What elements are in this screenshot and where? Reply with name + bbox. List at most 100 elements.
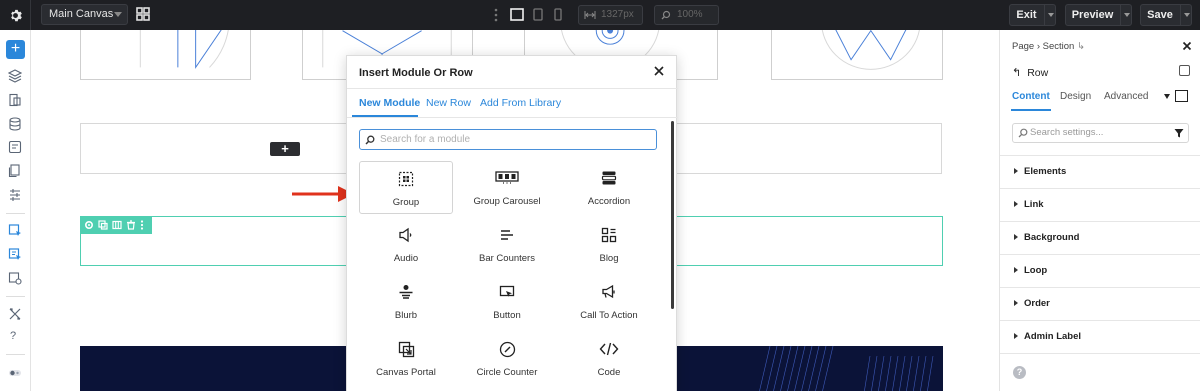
desktop-view-icon[interactable]	[510, 8, 524, 21]
layers-grid-icon[interactable]	[136, 7, 150, 21]
exit-button[interactable]: Exit	[1009, 4, 1056, 26]
exit-dropdown-icon[interactable]	[1044, 5, 1056, 25]
top-toolbar: Main Canvas 1327px 100% Exit Preview Sav…	[0, 0, 1200, 30]
canvas-width-field[interactable]: 1327px	[578, 5, 643, 25]
canvas-select-value: Main Canvas	[49, 8, 114, 20]
section-admin-label[interactable]: Admin Label	[1000, 320, 1200, 353]
preset-square-icon[interactable]	[1175, 90, 1188, 102]
theme-builder-icon[interactable]	[8, 223, 22, 237]
section-elements[interactable]: Elements	[1000, 155, 1200, 188]
preview-button[interactable]: Preview	[1065, 4, 1132, 26]
add-element-button[interactable]: +	[6, 40, 25, 59]
more-options-icon[interactable]	[494, 8, 498, 22]
section-link[interactable]: Link	[1000, 188, 1200, 221]
module-blog[interactable]: Blog	[562, 218, 656, 271]
settings-gear-icon[interactable]	[0, 0, 31, 30]
module-audio[interactable]: Audio	[359, 218, 453, 271]
row-columns-icon[interactable]	[112, 220, 122, 230]
decorative-card-1	[80, 30, 251, 80]
row-duplicate-icon[interactable]	[98, 220, 108, 230]
section-divider	[1000, 353, 1200, 354]
zoom-search-icon	[661, 10, 671, 20]
pages-icon[interactable]	[8, 164, 22, 178]
module-blurb[interactable]: Blurb	[359, 275, 453, 328]
module-button[interactable]: Button	[460, 275, 554, 328]
preview-dropdown-icon[interactable]	[1120, 5, 1132, 25]
section-label: Admin Label	[1024, 331, 1082, 342]
modal-scrollbar[interactable]	[671, 121, 674, 309]
module-circle-counter[interactable]: Circle Counter	[460, 332, 554, 385]
section-order[interactable]: Order	[1000, 287, 1200, 320]
tools-icon[interactable]	[8, 307, 22, 321]
tab-design[interactable]: Design	[1060, 91, 1091, 102]
section-label: Link	[1024, 199, 1044, 210]
settings-search-field[interactable]: Search settings...	[1012, 123, 1189, 143]
panel-layout-icon[interactable]	[1179, 65, 1190, 76]
zoom-field[interactable]: 100%	[654, 5, 719, 25]
section-loop[interactable]: Loop	[1000, 254, 1200, 287]
row-toolbar	[80, 216, 152, 234]
forms-icon[interactable]	[8, 140, 22, 154]
template-settings-icon[interactable]	[8, 271, 22, 285]
close-icon[interactable]	[1182, 41, 1192, 51]
button-icon	[499, 285, 515, 297]
help-icon[interactable]: ?	[10, 330, 16, 342]
decorative-card-4	[771, 30, 943, 80]
modal-divider	[347, 88, 678, 89]
page-settings-icon[interactable]	[8, 93, 22, 107]
phone-view-icon[interactable]	[554, 8, 562, 21]
tab-add-from-library[interactable]: Add From Library	[480, 97, 561, 109]
tablet-view-icon[interactable]	[533, 8, 543, 21]
module-group[interactable]: Group	[359, 161, 453, 214]
filter-icon[interactable]	[1174, 128, 1184, 138]
module-canvas-portal[interactable]: Canvas Portal	[359, 332, 453, 385]
width-arrows-icon	[584, 11, 596, 19]
module-accordion[interactable]: Accordion	[562, 161, 656, 214]
breadcrumb-page[interactable]: Page	[1012, 41, 1034, 52]
tab-content[interactable]: Content	[1012, 91, 1050, 102]
save-label: Save	[1147, 9, 1173, 21]
breadcrumb-section[interactable]: Section	[1043, 41, 1075, 52]
help-icon[interactable]: ?	[1013, 366, 1026, 379]
audio-icon	[399, 227, 412, 243]
close-icon[interactable]	[652, 64, 666, 78]
exit-label: Exit	[1016, 9, 1037, 21]
settings-search-placeholder: Search settings...	[1030, 127, 1104, 138]
module-label: Bar Counters	[479, 253, 535, 264]
save-dropdown-icon[interactable]	[1180, 5, 1192, 25]
group-icon	[398, 171, 414, 187]
section-label: Order	[1024, 298, 1050, 309]
template-cursor-icon[interactable]	[8, 247, 22, 261]
toggle-icon[interactable]	[8, 366, 22, 380]
module-label: Group Carousel	[473, 196, 541, 207]
database-icon[interactable]	[8, 117, 22, 131]
expand-arrow-icon	[1014, 234, 1018, 240]
row-settings-gear-icon[interactable]	[84, 220, 94, 230]
tab-dropdown-icon[interactable]	[1164, 94, 1170, 99]
chevron-down-icon	[114, 12, 122, 17]
layers-icon[interactable]	[8, 69, 22, 83]
module-call-to-action[interactable]: Call To Action	[562, 275, 656, 328]
section-background[interactable]: Background	[1000, 221, 1200, 254]
tab-advanced[interactable]: Advanced	[1104, 91, 1148, 102]
tab-new-row[interactable]: New Row	[426, 97, 471, 109]
module-group-carousel[interactable]: Group Carousel	[460, 161, 554, 214]
row-more-icon[interactable]	[140, 220, 144, 230]
save-button[interactable]: Save	[1140, 4, 1192, 26]
left-sidebar: + ?	[0, 30, 31, 391]
expand-arrow-icon	[1014, 201, 1018, 207]
section-label: Background	[1024, 232, 1080, 243]
add-module-button[interactable]: +	[270, 142, 300, 156]
tab-new-module[interactable]: New Module	[359, 97, 420, 109]
module-code[interactable]: Code	[562, 332, 656, 385]
back-arrow-icon[interactable]: ↰	[1012, 67, 1021, 79]
module-search-field[interactable]	[359, 129, 657, 150]
module-bar-counters[interactable]: Bar Counters	[460, 218, 554, 271]
modules-list-icon[interactable]	[8, 188, 22, 202]
module-search-input[interactable]	[380, 132, 650, 147]
sidebar-divider	[6, 213, 25, 214]
row-delete-icon[interactable]	[126, 220, 136, 230]
call-to-action-icon	[602, 284, 615, 299]
canvas-select[interactable]: Main Canvas	[41, 4, 128, 25]
circle-counter-icon	[499, 341, 515, 358]
